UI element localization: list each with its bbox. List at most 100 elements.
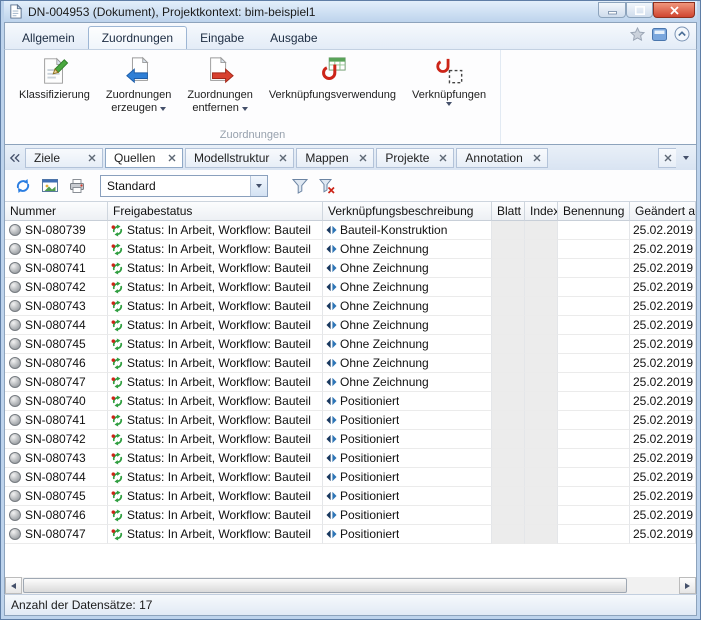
dropdown-arrow-icon [256, 184, 262, 188]
print-button[interactable] [65, 174, 89, 198]
cell-index [525, 411, 558, 430]
workflow-status-icon [111, 319, 124, 332]
ribbon-button-verknuepfungsverwendung[interactable]: Verknüpfungsverwendung [261, 52, 404, 128]
table-row[interactable]: SN-080740 Status: In Arbeit, Workflow: B… [5, 240, 696, 259]
scrollbar-thumb[interactable] [23, 578, 627, 593]
collapse-ribbon-icon[interactable] [674, 26, 690, 45]
cell-freigabestatus: Status: In Arbeit, Workflow: Bauteil [108, 221, 323, 240]
ribbon-tab-allgemein[interactable]: Allgemein [9, 27, 88, 49]
column-header-verknuepfungsbeschreibung[interactable]: Verknüpfungsbeschreibung [323, 202, 492, 221]
part-icon [9, 509, 21, 521]
scroll-left-button[interactable] [5, 577, 22, 594]
table-row[interactable]: SN-080745 Status: In Arbeit, Workflow: B… [5, 487, 696, 506]
column-header-nummer[interactable]: Nummer [5, 202, 108, 221]
ribbon-tab-zuordnungen[interactable]: Zuordnungen [88, 26, 187, 49]
close-button[interactable] [653, 2, 695, 18]
cell-nummer-text: SN-080746 [25, 356, 86, 370]
horizontal-scrollbar[interactable] [4, 577, 697, 594]
tab-close-icon[interactable] [359, 154, 367, 162]
cell-link-text: Positioniert [340, 527, 399, 541]
view-tab-mappen[interactable]: Mappen [296, 148, 374, 168]
view-tab-annotation[interactable]: Annotation [456, 148, 547, 168]
refresh-button[interactable] [11, 174, 35, 198]
cell-geaendert: 25.02.2019 1 [630, 468, 696, 487]
table-header: Nummer Freigabestatus Verknüpfungsbeschr… [5, 201, 696, 221]
favorite-star-icon[interactable] [630, 27, 645, 44]
table-row[interactable]: SN-080742 Status: In Arbeit, Workflow: B… [5, 430, 696, 449]
cell-link-text: Positioniert [340, 413, 399, 427]
ribbon-button-zuordnungen-erzeugen[interactable]: Zuordnungen erzeugen [98, 52, 179, 128]
cell-nummer-text: SN-080741 [25, 413, 86, 427]
cell-nummer: SN-080747 [5, 525, 108, 544]
view-tab-label: Projekte [385, 151, 429, 165]
table-row[interactable]: SN-080743 Status: In Arbeit, Workflow: B… [5, 449, 696, 468]
combo-dropdown-button[interactable] [250, 176, 267, 196]
cell-link-text: Ohne Zeichnung [340, 337, 429, 351]
view-tab-modellstruktur[interactable]: Modellstruktur [185, 148, 294, 168]
column-header-freigabestatus[interactable]: Freigabestatus [108, 202, 323, 221]
cell-status-text: Status: In Arbeit, Workflow: Bauteil [127, 451, 311, 465]
column-header-benennung[interactable]: Benennung [558, 202, 630, 221]
column-header-index[interactable]: Index [525, 202, 558, 221]
table-row[interactable]: SN-080741 Status: In Arbeit, Workflow: B… [5, 259, 696, 278]
table-row[interactable]: SN-080747 Status: In Arbeit, Workflow: B… [5, 373, 696, 392]
cell-benennung [558, 240, 630, 259]
scroll-tabs-left-button[interactable] [7, 148, 23, 167]
view-tab-ziele[interactable]: Ziele [25, 148, 103, 168]
cell-nummer: SN-080740 [5, 240, 108, 259]
cell-freigabestatus: Status: In Arbeit, Workflow: Bauteil [108, 335, 323, 354]
column-header-blatt[interactable]: Blatt [492, 202, 525, 221]
tab-close-icon[interactable] [533, 154, 541, 162]
dropdown-arrow-icon [446, 102, 452, 106]
cell-geaendert: 25.02.2019 1 [630, 259, 696, 278]
ribbon-tab-ausgabe[interactable]: Ausgabe [257, 27, 330, 49]
view-filter-select[interactable]: Standard [100, 175, 268, 197]
tab-list-dropdown-button[interactable] [678, 148, 694, 167]
table-row[interactable]: SN-080741 Status: In Arbeit, Workflow: B… [5, 411, 696, 430]
ribbon-tab-eingabe[interactable]: Eingabe [187, 27, 257, 49]
table-row[interactable]: SN-080747 Status: In Arbeit, Workflow: B… [5, 525, 696, 544]
tab-close-icon[interactable] [88, 154, 96, 162]
view-tab-projekte[interactable]: Projekte [376, 148, 454, 168]
table-row[interactable]: SN-080745 Status: In Arbeit, Workflow: B… [5, 335, 696, 354]
ribbon: Klassifizierung Zuordnungen erzeugen Zuo… [4, 49, 697, 145]
maximize-button[interactable] [626, 2, 653, 18]
view-tab-quellen[interactable]: Quellen [105, 148, 183, 168]
link-type-icon [326, 263, 337, 273]
cell-verknuepfung: Ohne Zeichnung [323, 373, 492, 392]
tab-close-icon[interactable] [279, 154, 287, 162]
table-row[interactable]: SN-080739 Status: In Arbeit, Workflow: B… [5, 221, 696, 240]
cell-benennung [558, 430, 630, 449]
scroll-right-button[interactable] [679, 577, 696, 594]
minimize-button[interactable] [598, 2, 626, 18]
ribbon-button-label: Verknüpfungen [412, 89, 486, 102]
ribbon-button-klassifizierung[interactable]: Klassifizierung [11, 52, 98, 128]
table-row[interactable]: SN-080746 Status: In Arbeit, Workflow: B… [5, 506, 696, 525]
panel-toggle-icon[interactable] [652, 28, 667, 44]
filter-button[interactable] [288, 174, 312, 198]
ribbon-button-verknuepfungen[interactable]: Verknüpfungen [404, 52, 494, 128]
scrollbar-track[interactable] [22, 577, 679, 594]
table-row[interactable]: SN-080744 Status: In Arbeit, Workflow: B… [5, 468, 696, 487]
clipped-tab-close[interactable] [658, 148, 676, 168]
tab-close-icon[interactable] [439, 154, 447, 162]
cell-nummer-text: SN-080746 [25, 508, 86, 522]
cell-geaendert: 25.02.2019 1 [630, 430, 696, 449]
grid-toolbar: Standard [4, 170, 697, 201]
link-type-icon [326, 415, 337, 425]
clear-filter-button[interactable] [315, 174, 339, 198]
cell-benennung [558, 411, 630, 430]
table-row[interactable]: SN-080743 Status: In Arbeit, Workflow: B… [5, 297, 696, 316]
column-header-geaendert[interactable]: Geändert a [630, 202, 696, 221]
cell-geaendert: 25.02.2019 1 [630, 392, 696, 411]
open-viewer-button[interactable] [38, 174, 62, 198]
table-row[interactable]: SN-080742 Status: In Arbeit, Workflow: B… [5, 278, 696, 297]
table-row[interactable]: SN-080746 Status: In Arbeit, Workflow: B… [5, 354, 696, 373]
cell-status-text: Status: In Arbeit, Workflow: Bauteil [127, 432, 311, 446]
cell-nummer-text: SN-080743 [25, 299, 86, 313]
table-row[interactable]: SN-080740 Status: In Arbeit, Workflow: B… [5, 392, 696, 411]
ribbon-button-zuordnungen-entfernen[interactable]: Zuordnungen entfernen [179, 52, 260, 128]
table-row[interactable]: SN-080744 Status: In Arbeit, Workflow: B… [5, 316, 696, 335]
tab-close-icon[interactable] [168, 154, 176, 162]
cell-verknuepfung: Positioniert [323, 468, 492, 487]
